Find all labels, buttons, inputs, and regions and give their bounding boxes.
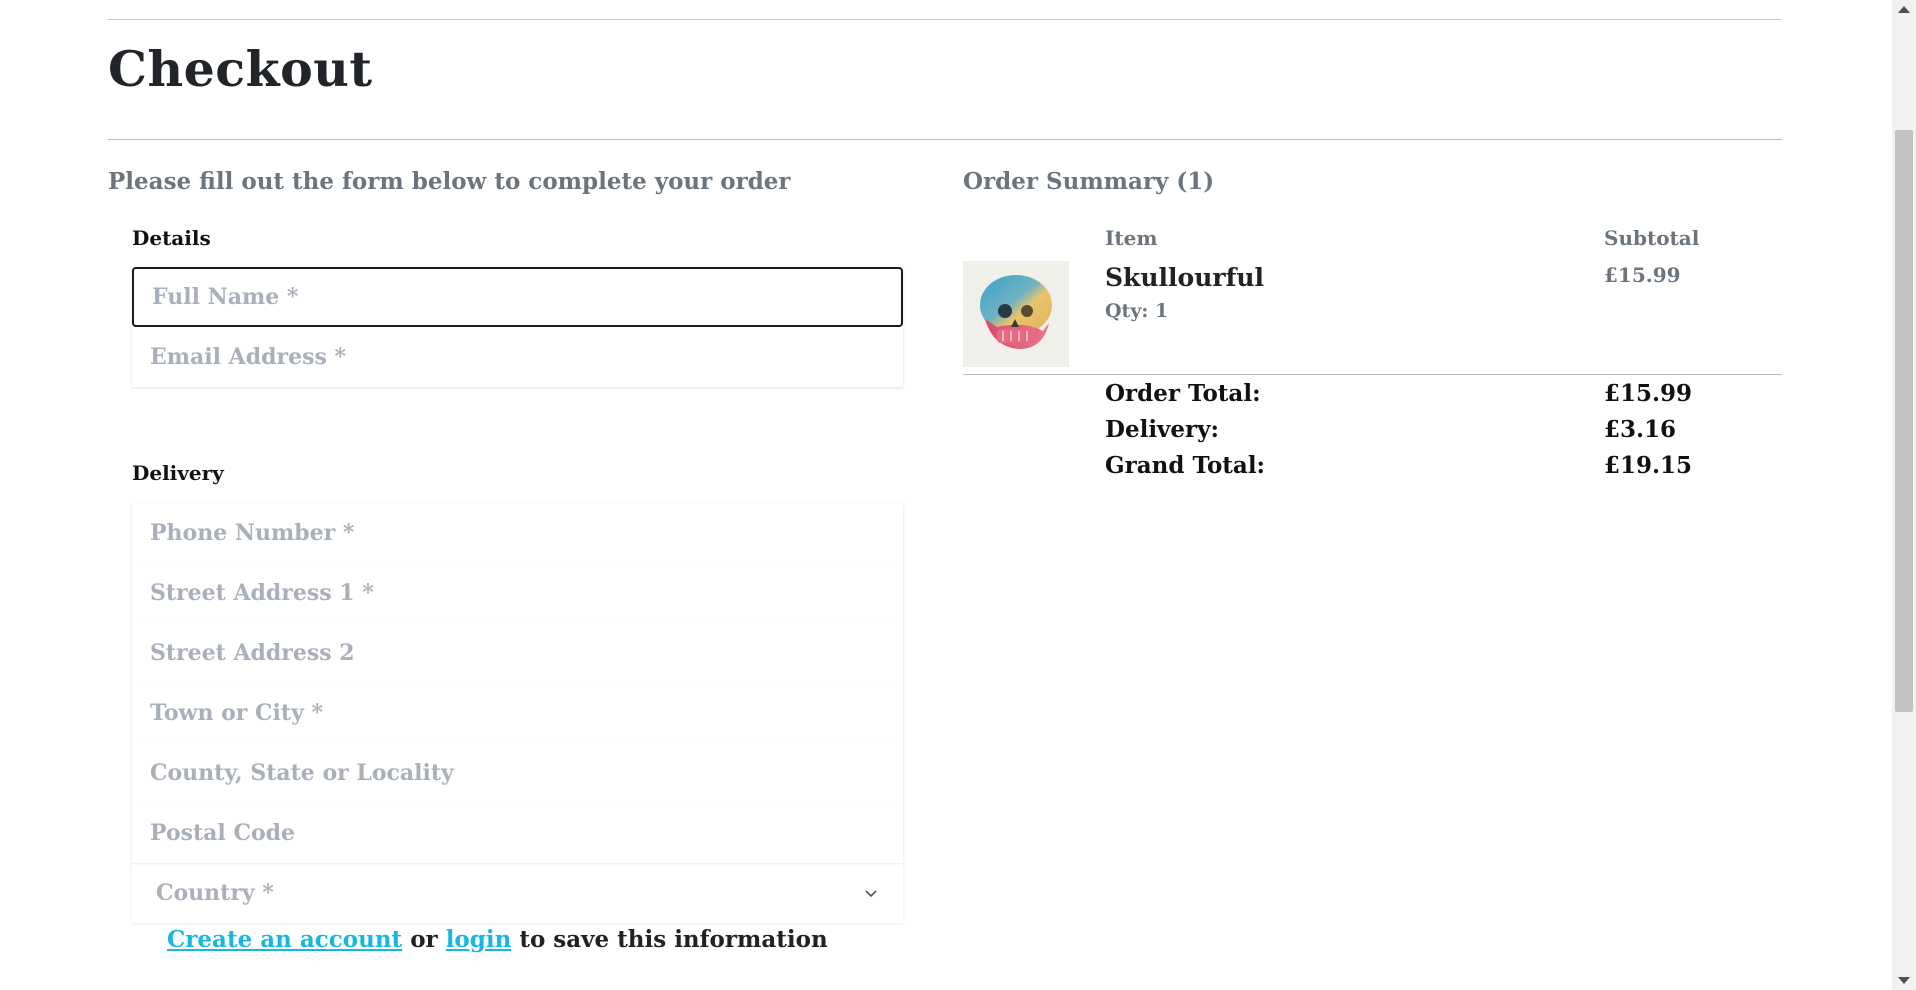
top-divider [108, 19, 1782, 20]
form-heading: Please fill out the form below to comple… [108, 168, 791, 195]
phone-input[interactable] [132, 503, 903, 563]
delivery-legend: Delivery [132, 461, 224, 485]
product-subtotal: £15.99 [1604, 263, 1681, 287]
vertical-scrollbar[interactable] [1892, 0, 1916, 990]
subtotal-column-header: Subtotal [1604, 226, 1700, 250]
login-link[interactable]: login [446, 926, 512, 953]
county-input[interactable] [132, 743, 903, 803]
scroll-up-arrow-icon[interactable] [1898, 6, 1910, 13]
chevron-down-icon [865, 890, 877, 898]
email-input[interactable] [132, 327, 903, 387]
product-quantity: Qty: 1 [1105, 300, 1169, 322]
order-total-label: Order Total: [1105, 380, 1261, 407]
grand-total-label: Grand Total: [1105, 452, 1266, 479]
street-address-2-input[interactable] [132, 623, 903, 683]
order-total-value: £15.99 [1604, 380, 1693, 407]
skull-image [980, 275, 1052, 349]
save-info-text: to save this information [519, 926, 828, 953]
order-summary-heading: Order Summary (1) [963, 168, 1215, 195]
product-name: Skullourful [1105, 263, 1264, 292]
country-select-value: Country * [156, 880, 274, 906]
postal-code-input[interactable] [132, 803, 903, 863]
street-address-1-input[interactable] [132, 563, 903, 623]
product-thumbnail [963, 261, 1069, 367]
scrollbar-thumb[interactable] [1895, 130, 1913, 712]
scroll-down-arrow-icon[interactable] [1898, 977, 1910, 984]
full-name-input[interactable] [132, 267, 903, 327]
town-city-input[interactable] [132, 683, 903, 743]
title-divider [108, 139, 1782, 140]
or-text: or [410, 926, 438, 953]
summary-divider [963, 374, 1782, 375]
grand-total-value: £19.15 [1604, 452, 1693, 479]
page-title: Checkout [108, 40, 373, 98]
details-legend: Details [132, 226, 211, 250]
country-select[interactable]: Country * [132, 863, 903, 923]
delivery-value: £3.16 [1604, 416, 1677, 443]
save-info-prompt: Create an account or login to save this … [167, 926, 828, 953]
item-column-header: Item [1105, 226, 1158, 250]
create-account-link[interactable]: Create an account [167, 926, 402, 953]
delivery-label: Delivery: [1105, 416, 1220, 443]
